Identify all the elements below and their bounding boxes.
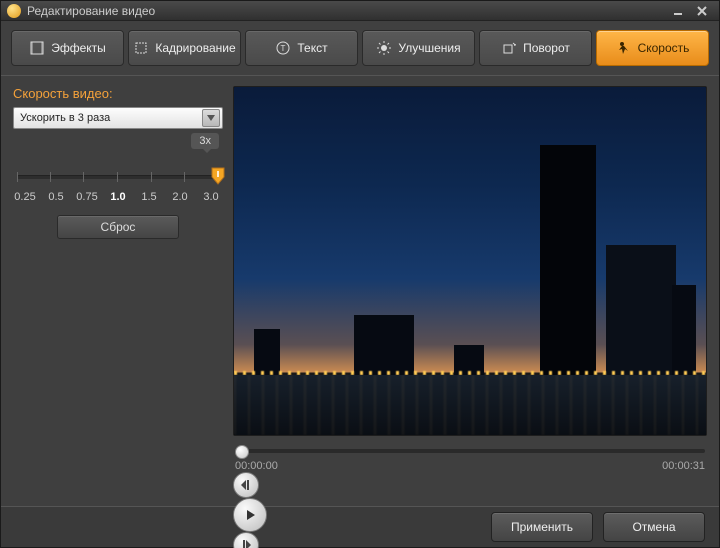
tick-label: 1.5 [137,191,161,203]
tick-label: 0.25 [13,191,37,203]
tab-enhance[interactable]: Улучшения [362,30,475,66]
tick-label: 0.75 [75,191,99,203]
tab-label: Улучшения [398,41,460,55]
slider-tick [184,172,185,182]
window-title: Редактирование видео [27,4,665,18]
timeline-slider[interactable] [233,444,707,458]
chevron-down-icon [202,109,220,127]
reset-button[interactable]: Сброс [57,215,179,239]
slider-tick [117,172,118,182]
reset-label: Сброс [101,220,136,234]
tick-label: 1.0 [106,191,130,203]
crop-icon [133,40,149,56]
film-icon [29,40,45,56]
speed-select-value: Ускорить в 3 раза [20,112,110,124]
tab-label: Скорость [638,41,690,55]
brightness-icon [376,40,392,56]
slider-labels: 0.25 0.5 0.75 1.0 1.5 2.0 3.0 [13,191,223,203]
tab-rotate[interactable]: Поворот [479,30,592,66]
preview-panel: 00:00:00 00:00:31 [233,86,707,506]
speed-icon [616,40,632,56]
tab-effects[interactable]: Эффекты [11,30,124,66]
slider-track [17,175,219,179]
video-preview [233,86,707,436]
timeline-knob[interactable] [235,445,249,459]
slider-knob[interactable] [211,167,225,185]
tick-label: 0.5 [44,191,68,203]
tab-speed[interactable]: Скорость [596,30,709,66]
speed-panel: Скорость видео: Ускорить в 3 раза 3x [13,86,223,506]
speed-slider[interactable] [13,165,223,191]
speed-tooltip: 3x [191,133,219,149]
tab-label: Текст [297,41,327,55]
speed-label: Скорость видео: [13,86,223,101]
current-time: 00:00:00 [235,460,278,472]
player-controls [233,472,707,506]
slider-tick [50,172,51,182]
time-labels: 00:00:00 00:00:31 [233,460,707,472]
tick-label: 2.0 [168,191,192,203]
close-button[interactable] [691,3,713,19]
slider-tick [17,172,18,182]
tab-label: Поворот [523,41,570,55]
video-edit-window: Редактирование видео Эффекты Кадрировани… [0,0,720,548]
slider-tick [151,172,152,182]
tab-label: Кадрирование [155,41,235,55]
duration-time: 00:00:31 [662,460,705,472]
content-area: Скорость видео: Ускорить в 3 раза 3x [1,76,719,506]
next-frame-button[interactable] [233,532,259,548]
tab-text[interactable]: T Текст [245,30,358,66]
tabbar: Эффекты Кадрирование T Текст Улучшения П… [1,21,719,76]
tab-crop[interactable]: Кадрирование [128,30,241,66]
minimize-button[interactable] [667,3,689,19]
svg-text:T: T [281,44,286,53]
rotate-icon [501,40,517,56]
prev-frame-button[interactable] [233,472,259,498]
titlebar: Редактирование видео [1,1,719,21]
app-icon [7,4,21,18]
slider-tick [83,172,84,182]
speed-select[interactable]: Ускорить в 3 раза [13,107,223,129]
tick-label: 3.0 [199,191,223,203]
play-button[interactable] [233,498,267,532]
tab-label: Эффекты [51,41,106,55]
text-icon: T [275,40,291,56]
